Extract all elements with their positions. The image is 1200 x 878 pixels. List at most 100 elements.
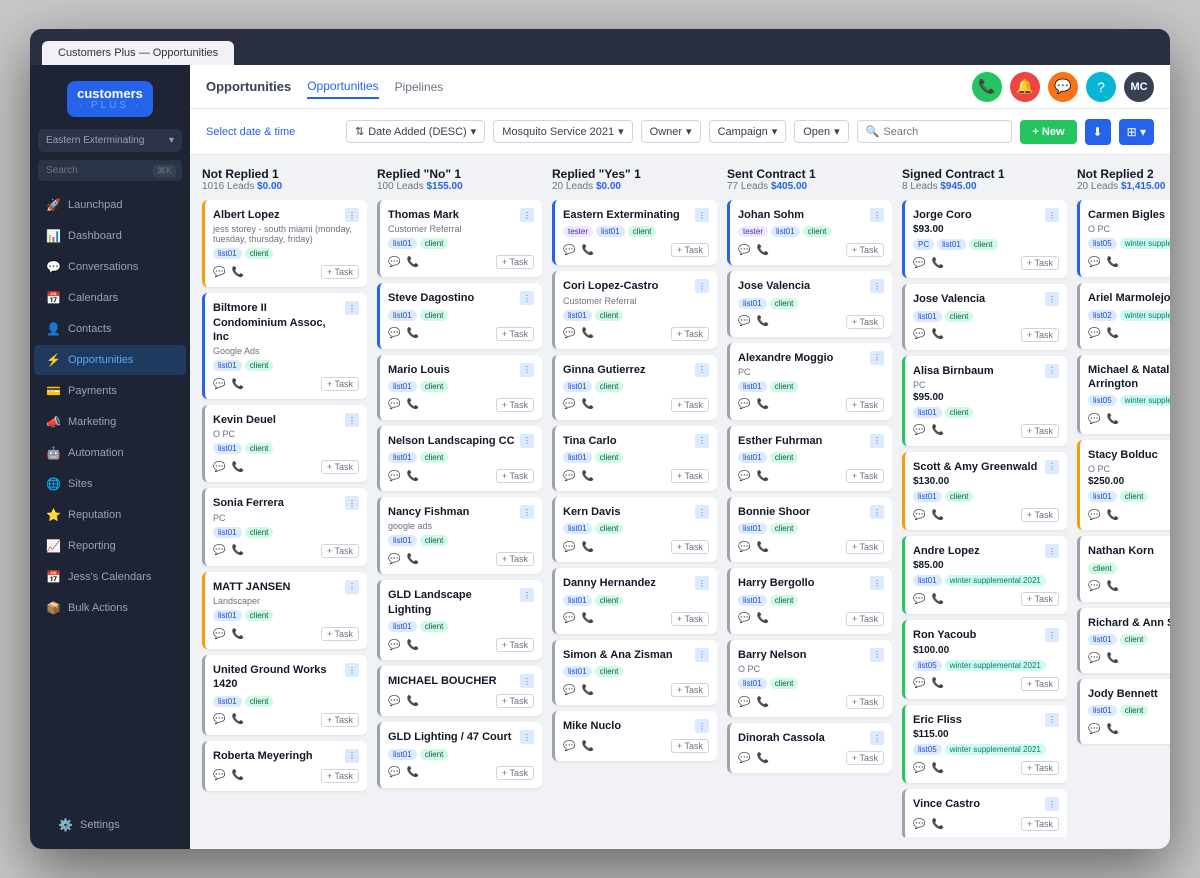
phone-icon[interactable]: 📞: [581, 542, 593, 553]
task-button[interactable]: + Task: [496, 469, 534, 483]
table-row[interactable]: Nathan Korn ⋮ client 💬 📞 + Task: [1077, 536, 1170, 601]
phone-icon[interactable]: 📞: [1106, 328, 1118, 339]
sms-icon[interactable]: 💬: [738, 316, 750, 327]
sms-icon[interactable]: 💬: [913, 678, 925, 689]
card-menu-icon[interactable]: ⋮: [520, 363, 534, 377]
sms-icon[interactable]: 💬: [563, 741, 575, 752]
kanban-search-input[interactable]: [883, 126, 1003, 138]
card-menu-icon[interactable]: ⋮: [520, 434, 534, 448]
sms-icon[interactable]: 💬: [1088, 414, 1100, 425]
sidebar-item-payments[interactable]: 💳 Payments: [34, 376, 186, 406]
view-toggle-button[interactable]: ⊞ ▾: [1119, 119, 1154, 145]
phone-icon[interactable]: 📞: [406, 399, 418, 410]
phone-icon[interactable]: 📞: [406, 696, 418, 707]
table-row[interactable]: Eric Fliss ⋮ $115.00 list05winter supple…: [902, 705, 1067, 783]
table-row[interactable]: Kern Davis ⋮ list01client 💬 📞 + Task: [552, 497, 717, 562]
table-row[interactable]: United Ground Works 1420 ⋮ list01client …: [202, 655, 367, 735]
sms-icon[interactable]: 💬: [913, 329, 925, 340]
table-row[interactable]: GLD Lighting / 47 Court ⋮ list01client 💬…: [377, 722, 542, 787]
sms-icon[interactable]: 💬: [913, 763, 925, 774]
card-menu-icon[interactable]: ⋮: [1045, 460, 1059, 474]
phone-icon[interactable]: 📞: [581, 471, 593, 482]
table-row[interactable]: Ginna Gutierrez ⋮ list01client 💬 📞 + Tas…: [552, 355, 717, 420]
tab-opportunities[interactable]: Opportunities: [307, 75, 378, 99]
card-menu-icon[interactable]: ⋮: [870, 731, 884, 745]
phone-icon[interactable]: 📞: [581, 741, 593, 752]
task-button[interactable]: + Task: [846, 469, 884, 483]
sms-icon[interactable]: 💬: [213, 770, 225, 781]
table-row[interactable]: Steve Dagostino ⋮ list01client 💬 📞 + Tas…: [377, 283, 542, 348]
task-button[interactable]: + Task: [1021, 508, 1059, 522]
sms-icon[interactable]: 💬: [738, 697, 750, 708]
phone-icon[interactable]: 📞: [756, 542, 768, 553]
phone-icon[interactable]: 📞: [231, 379, 243, 390]
sms-icon[interactable]: 💬: [563, 245, 575, 256]
status-filter[interactable]: Open ▾: [794, 120, 848, 143]
phone-icon[interactable]: 📞: [231, 545, 243, 556]
phone-icon[interactable]: 📞: [931, 819, 943, 830]
sms-icon[interactable]: 💬: [563, 542, 575, 553]
sms-icon[interactable]: 💬: [563, 328, 575, 339]
phone-icon[interactable]: 📞: [581, 328, 593, 339]
card-menu-icon[interactable]: ⋮: [520, 505, 534, 519]
sidebar-item-jess-calendars[interactable]: 📅 Jess's Calendars: [34, 562, 186, 592]
sidebar-item-dashboard[interactable]: 📊 Dashboard: [34, 221, 186, 251]
card-menu-icon[interactable]: ⋮: [695, 576, 709, 590]
card-menu-icon[interactable]: ⋮: [1045, 544, 1059, 558]
sidebar-item-launchpad[interactable]: 🚀 Launchpad: [34, 190, 186, 220]
browser-tab-active[interactable]: Customers Plus — Opportunities: [42, 41, 234, 65]
task-button[interactable]: + Task: [321, 377, 359, 391]
phone-icon[interactable]: 📞: [931, 510, 943, 521]
tab-pipelines[interactable]: Pipelines: [395, 76, 444, 98]
table-row[interactable]: MICHAEL BOUCHER ⋮ 💬 📞 + Task: [377, 666, 542, 716]
task-button[interactable]: + Task: [846, 315, 884, 329]
sms-icon[interactable]: 💬: [738, 471, 750, 482]
task-button[interactable]: + Task: [671, 243, 709, 257]
sms-icon[interactable]: 💬: [1088, 510, 1100, 521]
phone-icon[interactable]: 📞: [231, 714, 243, 725]
table-row[interactable]: Mike Nuclo ⋮ 💬 📞 + Task: [552, 711, 717, 761]
card-menu-icon[interactable]: ⋮: [695, 434, 709, 448]
table-row[interactable]: Eastern Exterminating ⋮ testerlist01clie…: [552, 200, 717, 265]
task-button[interactable]: + Task: [321, 265, 359, 279]
sidebar-item-sites[interactable]: 🌐 Sites: [34, 469, 186, 499]
task-button[interactable]: + Task: [846, 540, 884, 554]
sms-icon[interactable]: 💬: [388, 696, 400, 707]
sidebar-item-marketing[interactable]: 📣 Marketing: [34, 407, 186, 437]
phone-icon[interactable]: 📞: [581, 685, 593, 696]
table-row[interactable]: Scott & Amy Greenwald ⋮ $130.00 list01cl…: [902, 452, 1067, 530]
sms-icon[interactable]: 💬: [1088, 653, 1100, 664]
sms-icon[interactable]: 💬: [213, 545, 225, 556]
table-row[interactable]: Nelson Landscaping CC ⋮ list01client 💬 📞…: [377, 426, 542, 491]
sms-icon[interactable]: 💬: [213, 462, 225, 473]
sms-icon[interactable]: 💬: [738, 542, 750, 553]
table-row[interactable]: Stacy Bolduc ⋮ O PC $250.00 list01client…: [1077, 440, 1170, 530]
phone-icon[interactable]: 📞: [1106, 414, 1118, 425]
card-menu-icon[interactable]: ⋮: [695, 208, 709, 222]
task-button[interactable]: + Task: [496, 552, 534, 566]
card-menu-icon[interactable]: ⋮: [870, 279, 884, 293]
task-button[interactable]: + Task: [671, 327, 709, 341]
task-button[interactable]: + Task: [671, 540, 709, 554]
table-row[interactable]: Richard & Ann Sierra ⋮ list01client 💬 📞 …: [1077, 608, 1170, 673]
phone-icon[interactable]: 📞: [931, 329, 943, 340]
phone-icon[interactable]: 📞: [756, 245, 768, 256]
table-row[interactable]: Roberta Meyeringh ⋮ 💬 📞 + Task: [202, 741, 367, 791]
table-row[interactable]: Ron Yacoub ⋮ $100.00 list05winter supple…: [902, 620, 1067, 698]
table-row[interactable]: Danny Hernandez ⋮ list01client 💬 📞 + Tas…: [552, 568, 717, 633]
phone-icon[interactable]: 📞: [756, 613, 768, 624]
campaign-filter[interactable]: Campaign ▾: [709, 120, 787, 143]
phone-icon[interactable]: 📞: [231, 770, 243, 781]
card-menu-icon[interactable]: ⋮: [695, 719, 709, 733]
card-menu-icon[interactable]: ⋮: [870, 434, 884, 448]
card-menu-icon[interactable]: ⋮: [520, 208, 534, 222]
sidebar-item-settings[interactable]: ⚙️ Settings: [46, 810, 174, 840]
table-row[interactable]: Biltmore II Condominium Assoc, Inc ⋮ Goo…: [202, 293, 367, 399]
table-row[interactable]: Albert Lopez ⋮ jess storey - south miami…: [202, 200, 367, 287]
pipeline-filter[interactable]: Mosquito Service 2021 ▾: [493, 120, 632, 143]
task-button[interactable]: + Task: [1021, 328, 1059, 342]
sms-icon[interactable]: 💬: [913, 594, 925, 605]
task-button[interactable]: + Task: [321, 713, 359, 727]
phone-icon[interactable]: 📞: [1106, 510, 1118, 521]
task-button[interactable]: + Task: [496, 694, 534, 708]
